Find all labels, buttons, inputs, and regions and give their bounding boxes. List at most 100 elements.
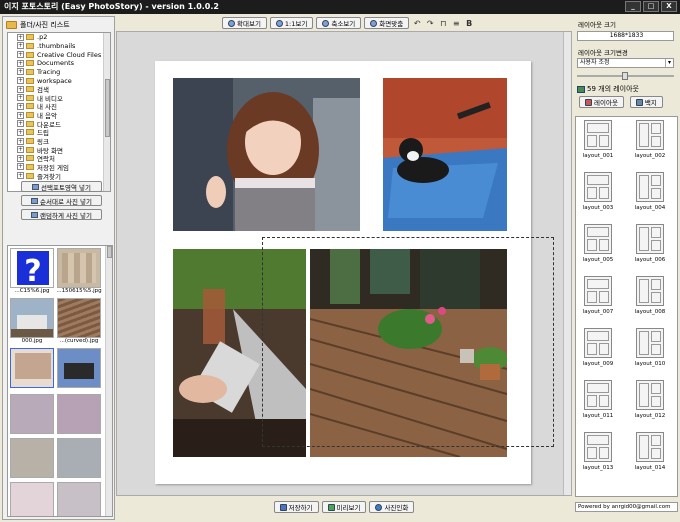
fit-screen-button[interactable]: 화면맞춤 <box>364 17 410 29</box>
photo-thumbnail[interactable] <box>10 482 54 516</box>
layout-thumbnail[interactable] <box>636 328 664 358</box>
align-icon[interactable]: ⊓ <box>438 19 448 28</box>
slider-thumb[interactable] <box>622 72 628 80</box>
photo-thumbnail[interactable]: ? <box>10 248 54 288</box>
photo-canvas[interactable] <box>155 61 554 484</box>
print-button[interactable]: 사진인화 <box>369 501 415 513</box>
expand-icon[interactable]: + <box>17 163 24 171</box>
save-button[interactable]: 저장하기 <box>273 501 319 513</box>
actual-size-button[interactable]: 1:1보기 <box>269 17 314 29</box>
expand-icon[interactable]: + <box>17 146 24 154</box>
layout-thumbnail[interactable] <box>636 432 664 462</box>
photo-thumbnail[interactable] <box>10 298 54 338</box>
layout-thumbnail[interactable] <box>636 224 664 254</box>
layout-thumbnail-label: layout_002 <box>634 153 666 159</box>
tree-item[interactable]: + 내 사진 <box>8 102 110 111</box>
photo-thumbnail[interactable] <box>10 394 54 434</box>
photo-frame-4[interactable] <box>310 249 507 457</box>
preview-button[interactable]: 미리보기 <box>321 501 367 513</box>
photo-thumbnail[interactable] <box>10 348 54 388</box>
layout-thumbnail[interactable] <box>636 276 664 306</box>
expand-icon[interactable]: + <box>17 137 24 145</box>
expand-icon[interactable]: + <box>17 42 24 50</box>
photo-frame-1[interactable] <box>173 78 360 231</box>
expand-icon[interactable]: + <box>17 111 24 119</box>
expand-icon[interactable]: + <box>17 77 24 85</box>
photo-frame-3[interactable] <box>173 249 306 457</box>
save-icon <box>279 503 287 511</box>
photo-thumbnail[interactable] <box>57 248 101 288</box>
insert-random-button[interactable]: 랜덤하게 사진 넣기 <box>21 209 102 220</box>
tree-item[interactable]: + 즐겨찾기 <box>8 171 110 181</box>
tree-item[interactable]: + 내 비디오 <box>8 93 110 103</box>
folder-tree[interactable]: + .p2 + .thumbnails + Creative Cloud Files + Do… <box>7 32 111 192</box>
layout-thumbnail[interactable] <box>636 380 664 410</box>
layout-size-slider[interactable] <box>577 72 674 80</box>
distribute-icon[interactable]: ≡ <box>451 19 461 28</box>
layout-thumbnail[interactable] <box>584 276 612 306</box>
photo-porch-image <box>310 249 507 457</box>
tree-item[interactable]: + .thumbnails <box>8 42 110 51</box>
zoom-out-button[interactable]: 축소보기 <box>316 17 362 29</box>
blank-button[interactable]: 백지 <box>629 96 663 108</box>
expand-icon[interactable]: + <box>17 68 24 76</box>
zoom-in-button[interactable]: 확대보기 <box>222 17 267 29</box>
tree-scrollbar-thumb[interactable] <box>105 79 110 137</box>
layout-thumbnail[interactable] <box>584 328 612 358</box>
bottom-toolbar: 저장하기 미리보기 사진인화 <box>116 499 572 515</box>
tree-item[interactable]: + workspace <box>8 76 110 85</box>
layout-thumbnail[interactable] <box>636 172 664 202</box>
photo-thumbnail[interactable] <box>57 394 101 434</box>
tree-item-label: Tracing <box>37 67 61 76</box>
tree-scrollbar[interactable] <box>103 33 110 191</box>
expand-icon[interactable]: + <box>17 128 24 136</box>
layout-thumbnail[interactable] <box>584 432 612 462</box>
tree-item[interactable]: + 드립 <box>8 128 110 137</box>
tree-item[interactable]: + .p2 <box>8 33 110 42</box>
expand-icon[interactable]: + <box>17 85 24 93</box>
expand-icon[interactable]: + <box>17 154 24 162</box>
tree-item-label: 즐겨찾기 <box>37 172 61 181</box>
layout-thumbnail[interactable] <box>636 120 664 150</box>
close-button[interactable]: X <box>661 1 677 12</box>
insert-sequential-button[interactable]: 순서대로 사진 넣기 <box>21 195 102 206</box>
photo-thumbnail[interactable] <box>57 298 101 338</box>
folder-list-header: 폴더/사진 리스트 <box>3 17 114 32</box>
expand-icon[interactable]: + <box>17 59 24 67</box>
thumbnail-scrollbar-thumb[interactable] <box>107 246 112 258</box>
workspace-scrollbar[interactable] <box>563 32 571 495</box>
tree-item[interactable]: + 바탕 화면 <box>8 145 110 155</box>
photo-frame-2[interactable] <box>383 78 507 231</box>
minimize-button[interactable]: _ <box>625 1 641 12</box>
layout-thumbnail[interactable] <box>584 120 612 150</box>
photo-thumbnail-list[interactable]: ? ...C15%6.jpg ...150615%5.jpg 000.jpg .… <box>7 245 113 517</box>
tree-item[interactable]: + Documents <box>8 59 110 68</box>
photo-thumbnail[interactable] <box>10 438 54 478</box>
photo-thumbnail[interactable] <box>57 348 101 388</box>
expand-icon[interactable]: + <box>17 120 24 128</box>
tree-item[interactable]: + Tracing <box>8 68 110 77</box>
tree-item[interactable]: + Creative Cloud Files <box>8 50 110 59</box>
layout-thumbnail[interactable] <box>584 172 612 202</box>
layout-thumbnail[interactable] <box>584 224 612 254</box>
border-icon[interactable]: B <box>464 19 474 28</box>
insert-random-label: 랜덤하게 사진 넣기 <box>40 211 92 220</box>
insert-selected-button[interactable]: 선택포토영역 넣기 <box>21 181 102 192</box>
tree-item[interactable]: + 다운로드 <box>8 119 110 129</box>
expand-icon[interactable]: + <box>17 94 24 102</box>
photo-thumbnail[interactable] <box>57 438 101 478</box>
undo-icon[interactable]: ↶ <box>412 19 422 28</box>
layout-button[interactable]: 레이아웃 <box>579 96 624 108</box>
layout-size-select[interactable]: 사용자 조정 ▾ <box>577 58 674 68</box>
maximize-button[interactable]: □ <box>643 1 659 12</box>
redo-icon[interactable]: ↷ <box>425 19 435 28</box>
thumbnail-scrollbar[interactable] <box>105 246 112 516</box>
expand-icon[interactable]: + <box>17 172 24 180</box>
layout-thumbnail-list[interactable]: layout_001 layout_002 layout_003 layout_004… <box>575 116 678 497</box>
layout-thumbnail[interactable] <box>584 380 612 410</box>
expand-icon[interactable]: + <box>17 102 24 110</box>
expand-icon[interactable]: + <box>17 33 24 41</box>
photo-thumbnail[interactable] <box>57 482 101 516</box>
folder-icon <box>26 51 34 58</box>
expand-icon[interactable]: + <box>17 51 24 59</box>
